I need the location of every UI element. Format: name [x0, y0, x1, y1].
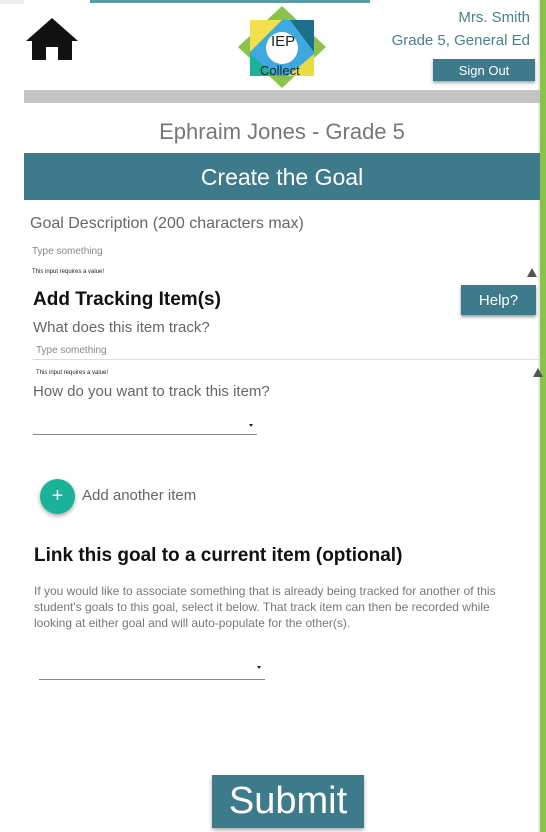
plus-icon: +	[51, 485, 64, 507]
track-what-input[interactable]: Type something	[36, 345, 107, 356]
sign-out-button[interactable]: Sign Out	[433, 59, 535, 81]
add-item-button[interactable]: +	[40, 479, 75, 514]
goal-description-input[interactable]: Type something	[32, 246, 103, 257]
link-heading: Link this goal to a current item (option…	[34, 545, 403, 566]
tracking-heading: Add Tracking Item(s)	[33, 289, 221, 310]
link-item-select[interactable]	[39, 659, 265, 680]
logo-text-iep: IEP	[271, 33, 296, 50]
home-icon[interactable]	[26, 16, 78, 62]
warning-icon	[527, 268, 537, 277]
header: IEP Collect Mrs. Smith Grade 5, General …	[0, 0, 540, 90]
warning-icon	[533, 368, 543, 377]
frame-border	[540, 0, 546, 832]
track-how-select[interactable]	[33, 414, 257, 435]
goal-description-label: Goal Description (200 characters max)	[30, 215, 304, 232]
track-how-label: How do you want to track this item?	[33, 383, 270, 400]
help-button[interactable]: Help?	[461, 285, 536, 315]
logo-text-collect: Collect	[260, 63, 300, 78]
page-title: Create the Goal	[200, 164, 364, 190]
link-description: If you would like to associate something…	[34, 584, 496, 630]
add-item-label[interactable]: Add another item	[82, 487, 196, 504]
student-title: Ephraim Jones - Grade 5	[159, 119, 405, 144]
chevron-down-icon	[257, 666, 261, 669]
submit-button[interactable]: Submit	[212, 775, 364, 828]
track-what-error: This input requires a value!	[36, 370, 109, 376]
track-what-label: What does this item track?	[33, 319, 210, 336]
chevron-down-icon	[249, 424, 253, 427]
goal-description-error: This input requires a value!	[32, 269, 105, 275]
header-divider	[24, 90, 540, 103]
track-what-underline	[32, 359, 540, 360]
teacher-name: Mrs. Smith	[458, 9, 530, 26]
teacher-grade: Grade 5, General Ed	[391, 32, 530, 49]
